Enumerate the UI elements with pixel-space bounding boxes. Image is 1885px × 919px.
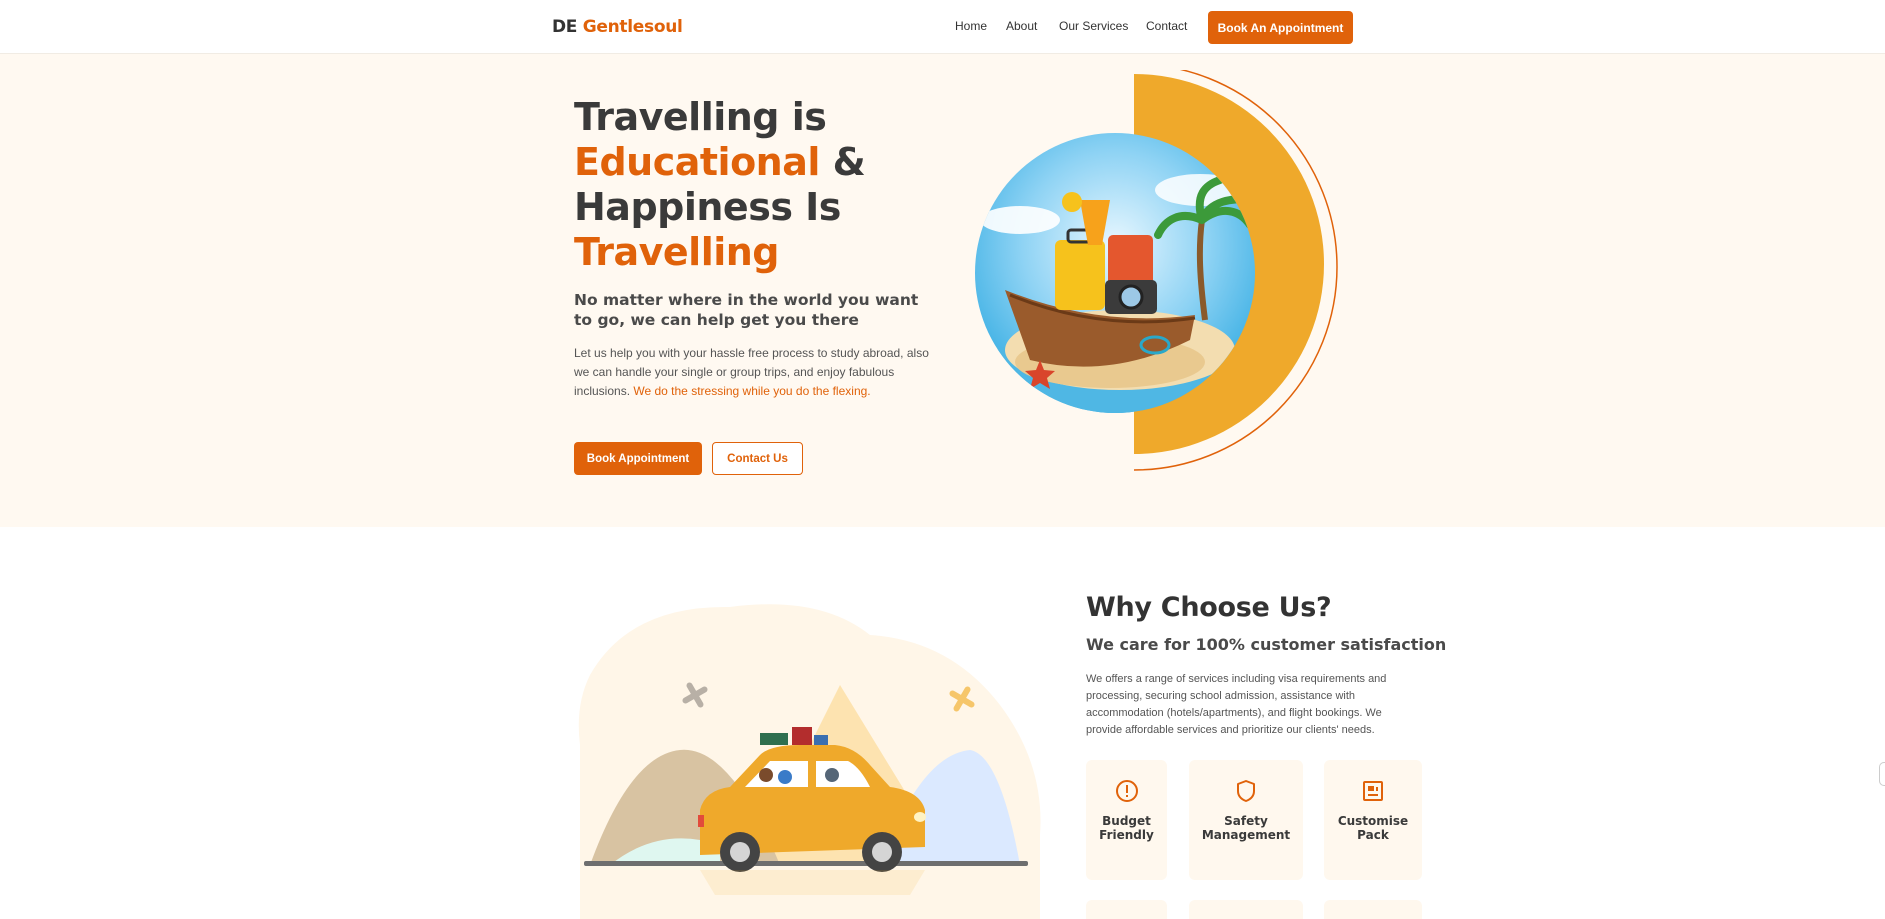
- feature-card-partial: [1189, 900, 1303, 919]
- shield-icon: [1237, 780, 1255, 802]
- feature-label: Customise Pack: [1337, 814, 1409, 842]
- nav-our-services[interactable]: Our Services: [1059, 19, 1128, 33]
- logo-prefix: DE: [552, 17, 578, 37]
- why-choose-us-description: We offers a range of services including …: [1086, 673, 1387, 736]
- site-header: DE Gentlesoul Home About Our Services Co…: [0, 0, 1885, 54]
- feature-label: Safety Management: [1201, 814, 1291, 842]
- car-travel-illustration: [578, 604, 1041, 919]
- hero-subtitle: No matter where in the world you want to…: [574, 291, 919, 329]
- hero-title: Travelling is Educational & Happiness Is…: [574, 95, 974, 275]
- book-appointment-nav-button[interactable]: Book An Appointment: [1208, 11, 1353, 44]
- hero-description-accent: We do the stressing while you do the fle…: [633, 384, 871, 398]
- hero-title-line-3: Happiness Is: [574, 185, 841, 229]
- feature-label: Budget Friendly: [1099, 814, 1154, 842]
- hero-description: Let us help you with your hassle free pr…: [574, 344, 934, 401]
- nav-contact[interactable]: Contact: [1146, 19, 1187, 33]
- hero-title-line-1: Travelling is: [574, 95, 827, 139]
- contact-us-button[interactable]: Contact Us: [712, 442, 803, 475]
- hero-title-accent-travelling: Travelling: [574, 230, 780, 274]
- feature-card-budget-friendly: Budget Friendly: [1086, 760, 1167, 880]
- feature-card-partial: [1086, 900, 1167, 919]
- hero-title-line-2: Educational &: [574, 140, 974, 185]
- site-logo[interactable]: DE Gentlesoul: [552, 17, 683, 37]
- why-choose-us-subtitle: We care for 100% customer satisfaction: [1086, 635, 1447, 654]
- book-appointment-button[interactable]: Book Appointment: [574, 442, 702, 475]
- feature-card-customise-pack: Customise Pack: [1324, 760, 1422, 880]
- alert-circle-icon: [1115, 780, 1138, 802]
- why-choose-us-title: Why Choose Us?: [1086, 592, 1332, 623]
- feature-card-partial: [1324, 900, 1422, 919]
- nav-home[interactable]: Home: [955, 19, 987, 33]
- side-tab-handle[interactable]: [1879, 762, 1885, 786]
- nav-about[interactable]: About: [1006, 19, 1037, 33]
- hero-travel-illustration: [975, 70, 1338, 471]
- logo-brand: Gentlesoul: [582, 17, 683, 37]
- customise-box-icon: [1363, 781, 1383, 801]
- feature-card-safety-management: Safety Management: [1189, 760, 1303, 880]
- hero-title-accent-educational: Educational: [574, 140, 820, 184]
- hero-title-ampersand: &: [819, 140, 866, 184]
